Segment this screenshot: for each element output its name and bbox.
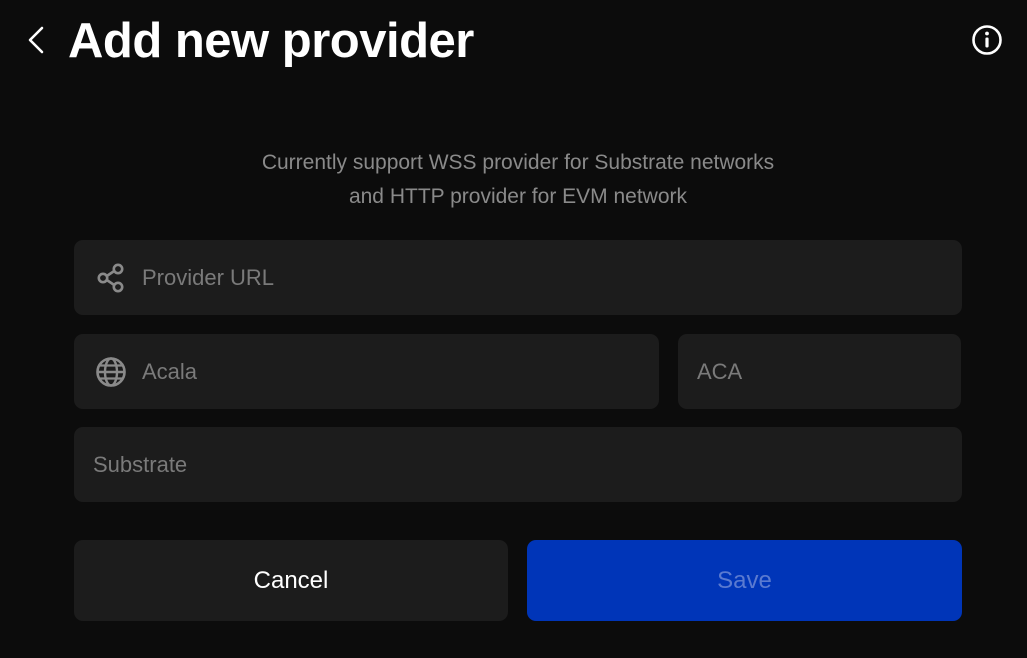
back-button[interactable] [18,18,54,62]
chevron-left-icon [28,26,44,54]
network-name-field[interactable] [74,334,659,409]
page-title: Add new provider [68,14,474,68]
network-type-input[interactable] [93,427,962,502]
cancel-button-label: Cancel [253,566,329,594]
share-nodes-icon [94,261,128,295]
save-button-label: Save [717,566,772,594]
provider-url-field[interactable] [74,240,962,315]
network-name-input[interactable] [142,334,659,409]
description-line-2: and HTTP provider for EVM network [348,185,688,208]
globe-icon [94,355,128,389]
info-button[interactable] [969,22,1005,58]
add-provider-screen: Add new provider Currently support WSS p… [0,0,1027,658]
provider-url-input[interactable] [142,240,962,315]
save-button[interactable]: Save [527,540,962,621]
network-type-field[interactable] [74,427,962,502]
info-circle-icon [972,25,1002,55]
symbol-field[interactable] [678,334,961,409]
description: Currently support WSS provider for Subst… [74,146,962,214]
description-line-1: Currently support WSS provider for Subst… [261,151,775,174]
symbol-input[interactable] [697,334,961,409]
cancel-button[interactable]: Cancel [74,540,508,621]
